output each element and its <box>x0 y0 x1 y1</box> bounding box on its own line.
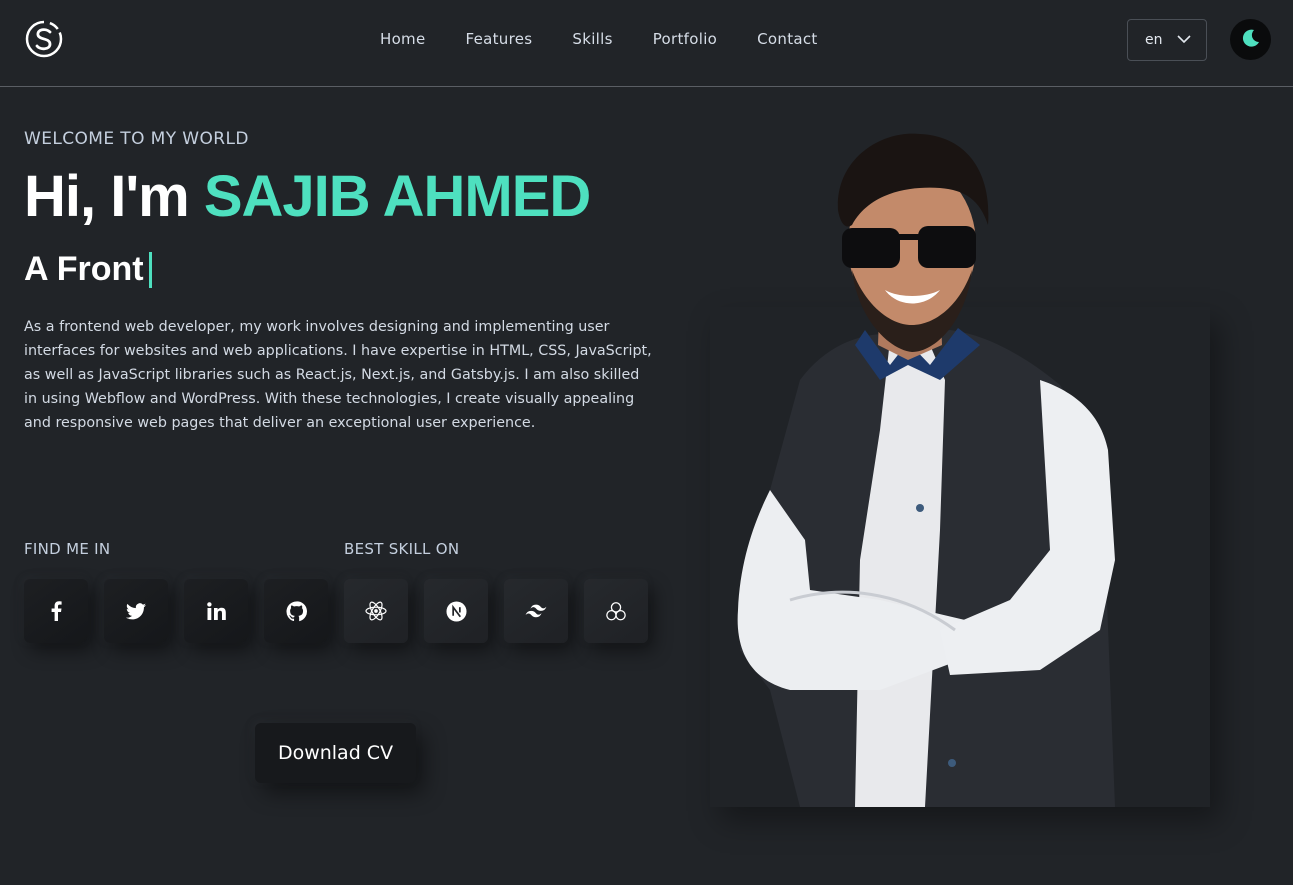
chevron-down-icon <box>1176 32 1191 48</box>
linkedin-link[interactable] <box>184 579 248 643</box>
nav-portfolio[interactable]: Portfolio <box>633 30 737 48</box>
moon-icon <box>1241 28 1261 52</box>
hero-bio: As a frontend web developer, my work inv… <box>24 319 652 431</box>
skill-react[interactable] <box>344 579 408 643</box>
find-me-label: FIND ME IN <box>24 540 111 558</box>
theme-toggle-button[interactable] <box>1230 19 1271 60</box>
hero-greeting: Hi, I'm <box>24 164 190 229</box>
download-cv-button[interactable]: Downlad CV <box>255 723 416 783</box>
site-header: Home Features Skills Portfolio Contact e… <box>0 0 1293 87</box>
best-skill-label: BEST SKILL ON <box>344 540 460 558</box>
skill-tailwind[interactable] <box>504 579 568 643</box>
react-icon <box>365 601 387 621</box>
nav-contact[interactable]: Contact <box>737 30 837 48</box>
nextjs-icon <box>445 600 467 622</box>
twitter-link[interactable] <box>104 579 168 643</box>
hero-name: SAJIB AHMED <box>203 164 591 229</box>
typing-cursor <box>148 251 152 288</box>
skill-nextjs[interactable] <box>424 579 488 643</box>
nav-features[interactable]: Features <box>446 30 553 48</box>
twitter-icon <box>126 602 146 619</box>
skill-gatsby[interactable] <box>584 579 648 643</box>
typed-role-text: A Front <box>24 250 144 288</box>
hero-title: Hi, I'm SAJIB AHMED <box>24 163 591 230</box>
github-link[interactable] <box>264 579 328 643</box>
facebook-icon <box>51 601 62 621</box>
logo[interactable] <box>24 19 64 59</box>
gatsby-icon <box>606 601 626 620</box>
profile-photo <box>737 133 1115 807</box>
main-nav: Home Features Skills Portfolio Contact <box>360 30 838 48</box>
github-icon <box>285 600 307 621</box>
facebook-link[interactable] <box>24 579 88 643</box>
language-select[interactable]: en <box>1127 19 1207 61</box>
nav-home[interactable]: Home <box>360 30 446 48</box>
typed-role: A Front <box>24 250 152 289</box>
linkedin-icon <box>206 602 226 620</box>
language-value: en <box>1145 32 1163 48</box>
welcome-eyebrow: WELCOME TO MY WORLD <box>24 129 249 149</box>
nav-skills[interactable]: Skills <box>552 30 632 48</box>
tailwind-icon <box>525 604 547 618</box>
